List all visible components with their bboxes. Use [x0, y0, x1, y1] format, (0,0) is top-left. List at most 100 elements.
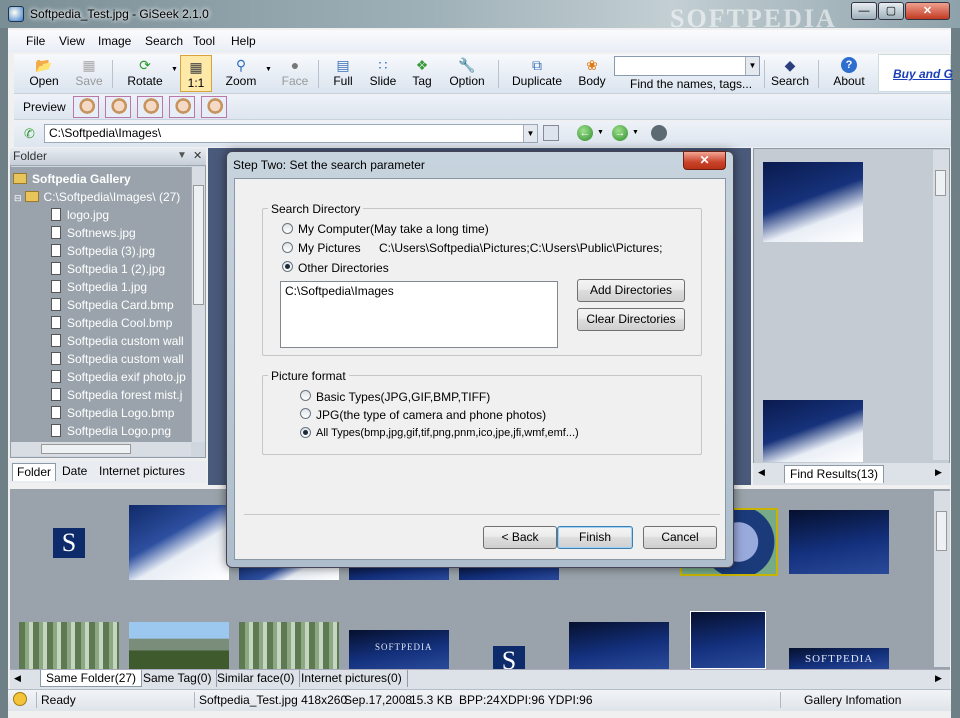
chevron-down-icon[interactable]: ▼ — [597, 129, 604, 136]
gallery-thumb[interactable] — [789, 510, 889, 574]
address-input[interactable]: C:\Softpedia\Images\ ▼ — [44, 124, 538, 143]
close-button[interactable]: ✕ — [905, 2, 950, 20]
folder-scrollbar[interactable] — [191, 167, 205, 442]
scroll-thumb[interactable] — [936, 511, 947, 551]
duplicate-button[interactable]: ⧉ Duplicate — [510, 54, 564, 94]
gallery-thumb[interactable] — [129, 505, 229, 580]
directory-list[interactable]: C:\Softpedia\Images — [280, 281, 558, 348]
menu-help[interactable]: Help — [231, 34, 256, 48]
pin-icon[interactable]: ▼ — [177, 150, 187, 161]
cancel-button[interactable]: Cancel — [643, 526, 717, 549]
tab-internet-pictures[interactable]: Internet pictures(0) — [296, 670, 408, 687]
menu-search[interactable]: Search — [145, 34, 183, 48]
tree-file[interactable]: logo.jpg — [51, 206, 109, 224]
directory-item[interactable]: C:\Softpedia\Images — [285, 284, 394, 298]
forward-arrow-icon[interactable]: → — [612, 125, 628, 141]
tree-file[interactable]: Softpedia custom wall — [51, 350, 184, 368]
label-basic-types[interactable]: Basic Types(JPG,GIF,BMP,TIFF) — [316, 390, 490, 404]
tree-file[interactable]: Softpedia Card.bmp — [51, 296, 174, 314]
tag-button[interactable]: ❖ Tag — [408, 54, 436, 94]
minimize-button[interactable]: — — [851, 2, 877, 20]
slide-button[interactable]: ∷ Slide — [366, 54, 400, 94]
tab-similar-face[interactable]: Similar face(0) — [212, 670, 301, 687]
label-my-pictures[interactable]: My Pictures — [298, 241, 361, 255]
search-button[interactable]: ◆ Search — [770, 54, 810, 94]
tree-file[interactable]: Softpedia Logo.png — [51, 422, 171, 440]
radio-my-computer[interactable] — [282, 223, 293, 234]
buy-link[interactable]: Buy and G — [878, 54, 953, 92]
tab-find-results[interactable]: Find Results(13) — [784, 465, 885, 483]
radio-my-pictures[interactable] — [282, 242, 293, 253]
full-button[interactable]: ▤ Full — [328, 54, 358, 94]
open-button[interactable]: 📂 Open — [24, 54, 64, 94]
chevron-left-icon[interactable]: ◀ — [14, 673, 21, 684]
tab-same-tag[interactable]: Same Tag(0) — [138, 670, 218, 687]
radio-jpg[interactable] — [300, 408, 311, 419]
gallery-thumb-selected[interactable] — [690, 611, 766, 669]
preview-thumb[interactable] — [169, 96, 195, 118]
tree-file[interactable]: Softnews.jpg — [51, 224, 136, 242]
about-button[interactable]: ? About — [830, 54, 868, 94]
radio-other-directories[interactable] — [282, 261, 293, 272]
scroll-thumb[interactable] — [193, 185, 204, 305]
back-button[interactable]: < Back — [483, 526, 557, 549]
menu-view[interactable]: View — [59, 34, 85, 48]
preview-thumb[interactable] — [73, 96, 99, 118]
tab-same-folder[interactable]: Same Folder(27) — [40, 670, 143, 687]
chevron-down-icon[interactable]: ▼ — [523, 125, 537, 142]
gallery-thumb[interactable] — [129, 622, 229, 669]
menu-image[interactable]: Image — [98, 34, 131, 48]
history-icon[interactable] — [651, 125, 667, 141]
menu-file[interactable]: File — [26, 34, 45, 48]
back-arrow-icon[interactable]: ← — [577, 125, 593, 141]
chevron-left-icon[interactable]: ◀ — [758, 467, 765, 478]
label-my-computer[interactable]: My Computer(May take a long time) — [298, 222, 489, 236]
rotate-dropdown-icon[interactable]: ▼ — [171, 66, 178, 73]
body-button[interactable]: ❀ Body — [574, 54, 610, 94]
preview-thumb[interactable] — [201, 96, 227, 118]
chevron-right-icon[interactable]: ▶ — [935, 673, 942, 684]
result-thumb[interactable] — [763, 400, 863, 462]
tab-date[interactable]: Date — [58, 463, 91, 481]
gallery-thumb[interactable]: SOFTPEDIA — [789, 648, 889, 669]
label-all-types[interactable]: All Types(bmp,jpg,gif,tif,png,pnm,ico,jp… — [316, 427, 579, 439]
zoom-button[interactable]: ⚲ Zoom — [222, 54, 260, 94]
gallery-thumb[interactable] — [19, 622, 119, 669]
maximize-button[interactable]: ▢ — [878, 2, 904, 20]
gallery-scrollbar[interactable] — [934, 491, 950, 667]
face-button[interactable]: ● Face — [279, 54, 311, 94]
result-thumb[interactable] — [763, 162, 863, 242]
radio-basic-types[interactable] — [300, 390, 311, 401]
search-input[interactable]: ▼ — [614, 56, 760, 76]
save-path-icon[interactable] — [543, 125, 559, 141]
rotate-button[interactable]: ⟳ Rotate — [124, 54, 166, 94]
radio-all-types[interactable] — [300, 427, 311, 438]
chevron-down-icon[interactable]: ▼ — [745, 57, 759, 75]
label-jpg[interactable]: JPG(the type of camera and phone photos) — [316, 408, 546, 422]
preview-thumb[interactable] — [137, 96, 163, 118]
tree-file[interactable]: Softpedia 1 (2).jpg — [51, 260, 165, 278]
dialog-close-button[interactable]: ✕ — [683, 151, 726, 170]
scroll-thumb[interactable] — [41, 444, 131, 454]
zoom-dropdown-icon[interactable]: ▼ — [265, 66, 272, 73]
label-other-directories[interactable]: Other Directories — [298, 261, 389, 275]
chevron-right-icon[interactable]: ▶ — [935, 467, 942, 478]
save-button[interactable]: ▦ Save — [72, 54, 106, 94]
collapse-icon[interactable]: ⊟ — [14, 193, 22, 203]
tree-file[interactable]: Softpedia (3).jpg — [51, 242, 155, 260]
finish-button[interactable]: Finish — [557, 526, 633, 549]
gallery-thumb[interactable]: SOFTPEDIA — [349, 630, 449, 669]
tree-file[interactable]: Softpedia exif photo.jp — [51, 368, 186, 386]
chevron-down-icon[interactable]: ▼ — [632, 129, 639, 136]
tab-internet-pictures[interactable]: Internet pictures — [95, 463, 189, 481]
tree-file[interactable]: Softpedia Cool.bmp — [51, 314, 172, 332]
preview-thumb[interactable] — [105, 96, 131, 118]
gallery-thumb[interactable] — [239, 622, 339, 669]
add-directories-button[interactable]: Add Directories — [577, 279, 685, 302]
tree-file[interactable]: Softpedia custom wall — [51, 332, 184, 350]
tree-file[interactable]: Softpedia forest mist.j — [51, 386, 182, 404]
tree-root[interactable]: Softpedia Gallery — [13, 170, 131, 188]
folder-hscrollbar[interactable] — [11, 442, 191, 456]
tab-folder[interactable]: Folder — [12, 463, 57, 481]
tree-file[interactable]: Softpedia 1.jpg — [51, 278, 147, 296]
